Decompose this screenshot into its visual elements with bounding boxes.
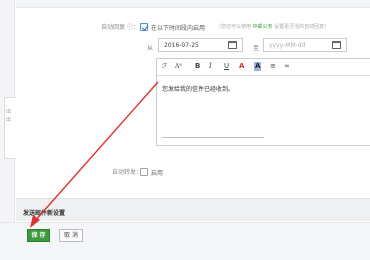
auto-forward-label: 自动转发： [111, 169, 142, 176]
sending-settings-label: 发送邮件新设置 [23, 210, 66, 217]
calendar-icon[interactable] [228, 41, 237, 49]
footer-bar: 保 存 取 消 [0, 222, 370, 260]
sending-settings-section[interactable]: 发送邮件新设置 [16, 198, 370, 221]
hint-suffix: 设置更灵活的自动回复) [274, 24, 327, 30]
hint-prefix: (您还可以使用 [219, 24, 251, 30]
save-button[interactable]: 保 存 [27, 229, 50, 242]
left-fragment-text: 出 出 [6, 109, 12, 123]
align-icon[interactable]: ≡ [270, 62, 276, 71]
bold-icon[interactable]: B [195, 62, 200, 71]
link-icon[interactable]: ∞ [284, 62, 290, 71]
from-label: 从 [147, 45, 154, 52]
settings-panel: 自动回复 ⓘ： 在以下时间段内启用 (您还可以使用 中邮公务 设置更灵活的自动回… [16, 0, 370, 225]
auto-forward-option-text[interactable]: 启用 [151, 168, 163, 177]
to-label: 至 [253, 45, 260, 52]
start-date-input[interactable]: 2016-07-25 [158, 38, 243, 52]
italic-icon[interactable]: I [209, 62, 212, 71]
underline-icon[interactable]: U [224, 62, 229, 71]
cancel-button[interactable]: 取 消 [59, 229, 83, 242]
editor-toolbar: ℱ A⁸ B I U A A ≡ ∞ [157, 59, 370, 76]
start-date-value: 2016-07-25 [164, 42, 199, 49]
auto-reply-option-text[interactable]: 在以下时间段内启用 [151, 23, 205, 32]
end-date-placeholder: yyyy-MM-dd [269, 42, 306, 49]
auto-reply-hint: (您还可以使用 中邮公务 设置更灵活的自动回复) [219, 23, 326, 30]
font-size-icon[interactable]: A⁸ [175, 62, 182, 71]
font-family-icon[interactable]: ℱ [162, 62, 168, 71]
end-date-input[interactable]: yyyy-MM-dd [263, 38, 347, 52]
left-sidebar-fragment: 出 出 [4, 97, 16, 159]
reply-editor[interactable]: ℱ A⁸ B I U A A ≡ ∞ 您发给我的信件已经收到。 [156, 58, 370, 146]
top-band [16, 0, 370, 8]
editor-content[interactable]: 您发给我的信件已经收到。 [162, 84, 234, 93]
editor-divider [162, 137, 264, 138]
background-color-icon[interactable]: A [254, 62, 262, 71]
auto-reply-checkbox[interactable] [140, 23, 148, 31]
auto-forward-checkbox[interactable] [140, 168, 148, 176]
font-color-icon[interactable]: A [239, 62, 244, 71]
hint-link[interactable]: 中邮公务 [253, 24, 273, 30]
calendar-icon[interactable] [332, 41, 341, 49]
auto-reply-label: 自动回复 ⓘ： [101, 24, 139, 31]
